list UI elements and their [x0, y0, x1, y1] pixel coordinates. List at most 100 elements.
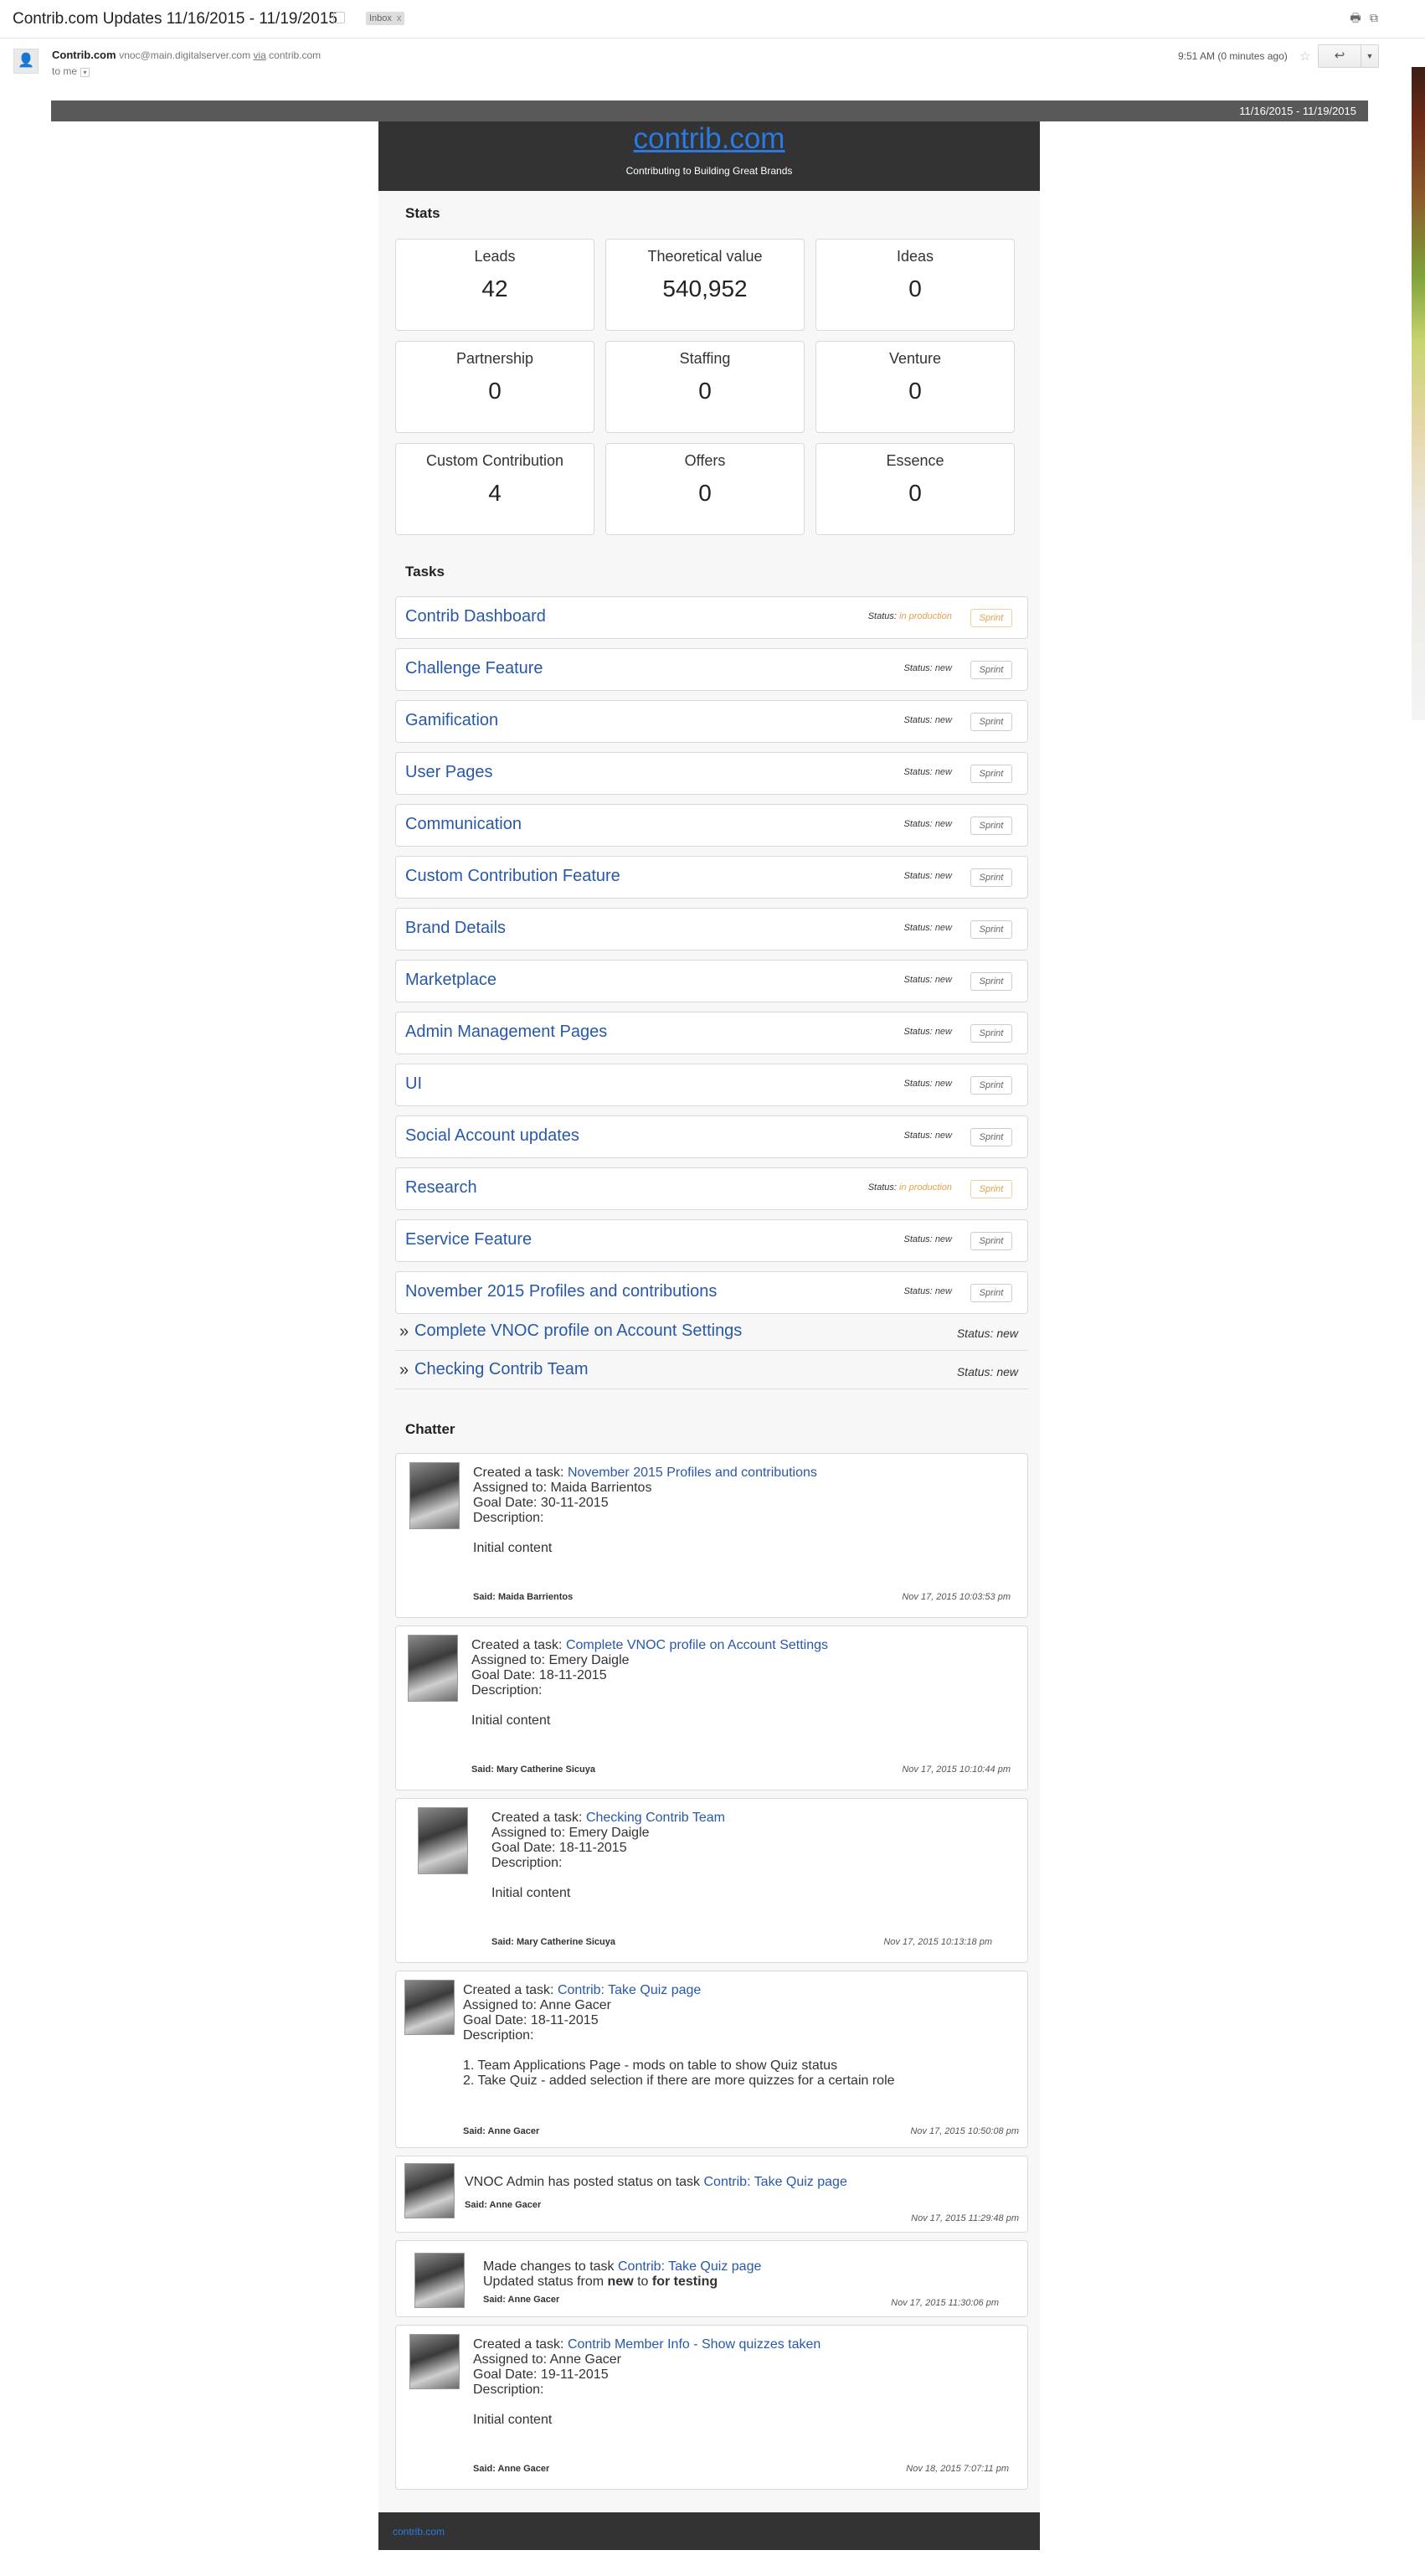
reply-icon: ↩	[1334, 49, 1345, 63]
task-status-label: Status:	[903, 1079, 933, 1089]
chat-entry: Created a task: Contrib: Take Quiz page …	[395, 1971, 1028, 2148]
sprint-badge[interactable]: Sprint	[970, 1284, 1012, 1302]
task-status: Status: in production	[868, 611, 952, 621]
chat-content: Created a task: Contrib: Take Quiz page …	[463, 1983, 895, 2089]
sprint-badge[interactable]: Sprint	[970, 609, 1012, 627]
stat-value: 0	[488, 378, 502, 404]
sender-name[interactable]: Contrib.com	[52, 49, 116, 61]
task-row[interactable]: Gamification Status: new Sprint	[395, 700, 1028, 743]
task-title[interactable]: Communication	[405, 815, 522, 834]
task-row[interactable]: Challenge Feature Status: new Sprint	[395, 648, 1028, 691]
chat-description: Initial content	[471, 1713, 551, 1728]
sprint-badge[interactable]: Sprint	[970, 1128, 1012, 1146]
footer-link[interactable]: contrib.com	[393, 2526, 445, 2537]
task-row[interactable]: User Pages Status: new Sprint	[395, 752, 1028, 795]
status-from: new	[607, 2275, 634, 2289]
important-marker-icon[interactable]	[333, 12, 345, 23]
side-ad-strip	[1412, 67, 1425, 720]
remove-label-icon[interactable]: x	[397, 13, 402, 23]
task-row[interactable]: Brand Details Status: new Sprint	[395, 908, 1028, 951]
chat-entry: Created a task: Contrib Member Info - Sh…	[395, 2325, 1028, 2490]
task-row[interactable]: Eservice Feature Status: new Sprint	[395, 1219, 1028, 1262]
task-row[interactable]: November 2015 Profiles and contributions…	[395, 1271, 1028, 1314]
task-row[interactable]: Communication Status: new Sprint	[395, 804, 1028, 847]
sprint-badge[interactable]: Sprint	[970, 765, 1012, 783]
task-link[interactable]: Contrib: Take Quiz page	[618, 2259, 761, 2274]
sprint-badge[interactable]: Sprint	[970, 1076, 1012, 1095]
chat-author: Said: Mary Catherine Sicuya	[471, 1765, 595, 1775]
new-window-icon[interactable]: ⧉	[1367, 11, 1381, 24]
task-link[interactable]: Contrib: Take Quiz page	[703, 2175, 846, 2189]
task-title[interactable]: Eservice Feature	[405, 1230, 532, 1249]
tasks-heading: Tasks	[405, 564, 445, 580]
details-dropdown-icon[interactable]: ▾	[80, 68, 90, 77]
chat-description-line: 1. Team Applications Page - mods on tabl…	[463, 2058, 838, 2073]
sprint-badge[interactable]: Sprint	[970, 817, 1012, 835]
chat-goal-date: Goal Date: 19-11-2015	[473, 2367, 609, 2382]
task-link[interactable]: Contrib Member Info - Show quizzes taken	[568, 2337, 821, 2352]
task-row[interactable]: Research Status: in production Sprint	[395, 1167, 1028, 1210]
task-title[interactable]: Social Account updates	[405, 1126, 579, 1146]
task-status-value: in production	[899, 611, 952, 621]
task-title[interactable]: User Pages	[405, 763, 493, 782]
task-status: Status: new	[904, 819, 953, 829]
task-status-label: Status:	[903, 975, 933, 985]
sprint-badge[interactable]: Sprint	[970, 661, 1012, 679]
task-title[interactable]: November 2015 Profiles and contributions	[405, 1282, 717, 1301]
stat-card: Venture 0	[815, 341, 1015, 433]
task-title[interactable]: Admin Management Pages	[405, 1023, 607, 1042]
task-row[interactable]: Social Account updates Status: new Sprint	[395, 1115, 1028, 1158]
via-link[interactable]: via	[253, 49, 265, 61]
task-row[interactable]: Custom Contribution Feature Status: new Sp…	[395, 856, 1028, 899]
sprint-badge[interactable]: Sprint	[970, 868, 1012, 887]
more-actions-button[interactable]: ▼	[1361, 44, 1379, 68]
task-status-label: Status:	[903, 767, 933, 777]
subtask-title[interactable]: Complete VNOC profile on Account Setting…	[414, 1321, 742, 1341]
sprint-badge[interactable]: Sprint	[970, 920, 1012, 939]
task-row[interactable]: Contrib Dashboard Status: in production Sp…	[395, 596, 1028, 639]
brand-link[interactable]: contrib.com	[378, 121, 1040, 157]
user-photo	[404, 1980, 455, 2035]
sprint-badge[interactable]: Sprint	[970, 713, 1012, 731]
task-title[interactable]: UI	[405, 1074, 422, 1094]
status-to-word: to	[637, 2275, 649, 2289]
task-row[interactable]: Admin Management Pages Status: new Sprint	[395, 1012, 1028, 1054]
sender-email-text: vnoc@main.digitalserver.com	[119, 49, 251, 61]
sprint-badge[interactable]: Sprint	[970, 972, 1012, 991]
task-link[interactable]: Contrib: Take Quiz page	[558, 1983, 701, 1997]
task-row[interactable]: Marketplace Status: new Sprint	[395, 960, 1028, 1002]
task-row[interactable]: UI Status: new Sprint	[395, 1064, 1028, 1106]
inbox-label[interactable]: Inbox x	[366, 12, 405, 25]
task-link[interactable]: Complete VNOC profile on Account Setting…	[566, 1638, 828, 1652]
task-status-value: in production	[899, 1182, 952, 1193]
task-status-value: new	[934, 1131, 952, 1141]
sprint-badge[interactable]: Sprint	[970, 1232, 1012, 1250]
sprint-badge[interactable]: Sprint	[970, 1024, 1012, 1043]
stat-card: Partnership 0	[395, 341, 594, 433]
chat-status-change: Updated status from new to for testing	[483, 2275, 761, 2290]
task-title[interactable]: Gamification	[405, 711, 498, 730]
task-status-value: new	[934, 1234, 952, 1244]
task-title[interactable]: Custom Contribution Feature	[405, 867, 620, 886]
subtask-row[interactable]: » Complete VNOC profile on Account Settin…	[395, 1312, 1028, 1351]
stat-card: Leads 42	[395, 239, 594, 331]
task-title[interactable]: Brand Details	[405, 919, 506, 938]
task-status: Status: new	[904, 767, 953, 777]
stat-label: Staffing	[679, 350, 731, 367]
task-link[interactable]: November 2015 Profiles and contributions	[568, 1466, 817, 1480]
stat-label: Leads	[474, 248, 516, 265]
task-title[interactable]: Marketplace	[405, 971, 496, 990]
star-icon[interactable]: ☆	[1299, 49, 1310, 64]
task-link[interactable]: Checking Contrib Team	[586, 1811, 725, 1825]
print-icon[interactable]: 🖶	[1349, 11, 1362, 24]
reply-button[interactable]: ↩	[1318, 44, 1361, 68]
stat-value: 0	[698, 378, 712, 404]
recipient-line[interactable]: to me ▾	[52, 65, 90, 77]
task-title[interactable]: Research	[405, 1178, 477, 1198]
task-title[interactable]: Challenge Feature	[405, 659, 543, 678]
subtask-row[interactable]: » Checking Contrib Team Status: new	[395, 1351, 1028, 1389]
inbox-label-text: Inbox	[369, 13, 392, 23]
task-title[interactable]: Contrib Dashboard	[405, 607, 546, 626]
subtask-title[interactable]: Checking Contrib Team	[414, 1360, 589, 1379]
sprint-badge[interactable]: Sprint	[970, 1180, 1012, 1198]
